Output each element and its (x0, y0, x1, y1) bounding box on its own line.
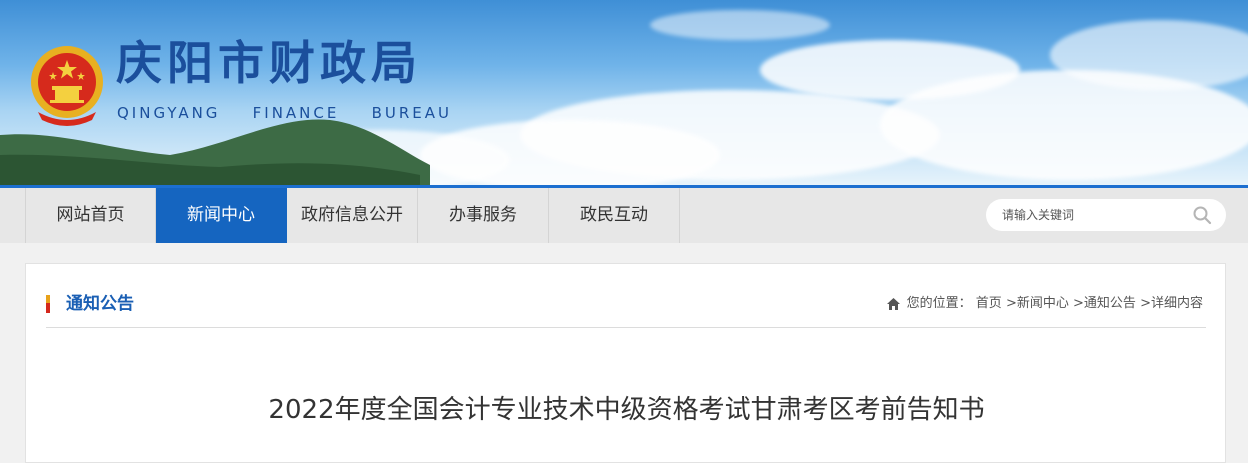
breadcrumb-prefix: 您的位置： (906, 296, 972, 311)
search-input[interactable] (1002, 199, 1182, 231)
breadcrumb-home[interactable]: 首页 (976, 294, 1002, 314)
nav-item-gov-info[interactable]: 政府信息公开 (287, 188, 418, 243)
subtitle-word: BUREAU (371, 104, 452, 122)
breadcrumb-notices[interactable]: 通知公告 (1084, 294, 1136, 314)
nav-item-interaction[interactable]: 政民互动 (549, 188, 680, 243)
breadcrumb-separator: > (1005, 296, 1017, 311)
search-icon[interactable] (1192, 205, 1212, 225)
breadcrumb: 您的位置： 首页 > 新闻中心 > 通知公告 > 详细内容 (886, 294, 1203, 314)
breadcrumb-separator: > (1073, 296, 1084, 311)
subtitle-word: FINANCE (252, 104, 340, 122)
main-nav: 网站首页 新闻中心 政府信息公开 办事服务 政民互动 (0, 188, 1248, 243)
search-box (986, 199, 1226, 231)
breadcrumb-separator: > (1140, 296, 1151, 311)
nav-item-home[interactable]: 网站首页 (25, 188, 156, 243)
national-emblem-icon (31, 46, 103, 126)
site-subtitle: QINGYANG FINANCE BUREAU (117, 104, 452, 122)
header-banner: 庆阳市财政局 QINGYANG FINANCE BUREAU (0, 0, 1248, 185)
subtitle-word: QINGYANG (117, 104, 221, 122)
article-title: 2022年度全国会计专业技术中级资格考试甘肃考区考前告知书 (268, 395, 985, 425)
breadcrumb-current: 详细内容 (1150, 296, 1203, 311)
breadcrumb-news-center[interactable]: 新闻中心 (1017, 294, 1069, 314)
nav-item-news-center[interactable]: 新闻中心 (156, 188, 287, 243)
section-divider (46, 327, 1206, 328)
content-panel: 通知公告 您的位置： 首页 > 新闻中心 > 通知公告 > 详细内容 2022年… (25, 263, 1226, 463)
site-title: 庆阳市财政局 (116, 36, 422, 90)
nav-item-services[interactable]: 办事服务 (418, 188, 549, 243)
section-title: 通知公告 (66, 294, 134, 314)
home-icon (886, 298, 900, 310)
section-marker (46, 295, 50, 313)
